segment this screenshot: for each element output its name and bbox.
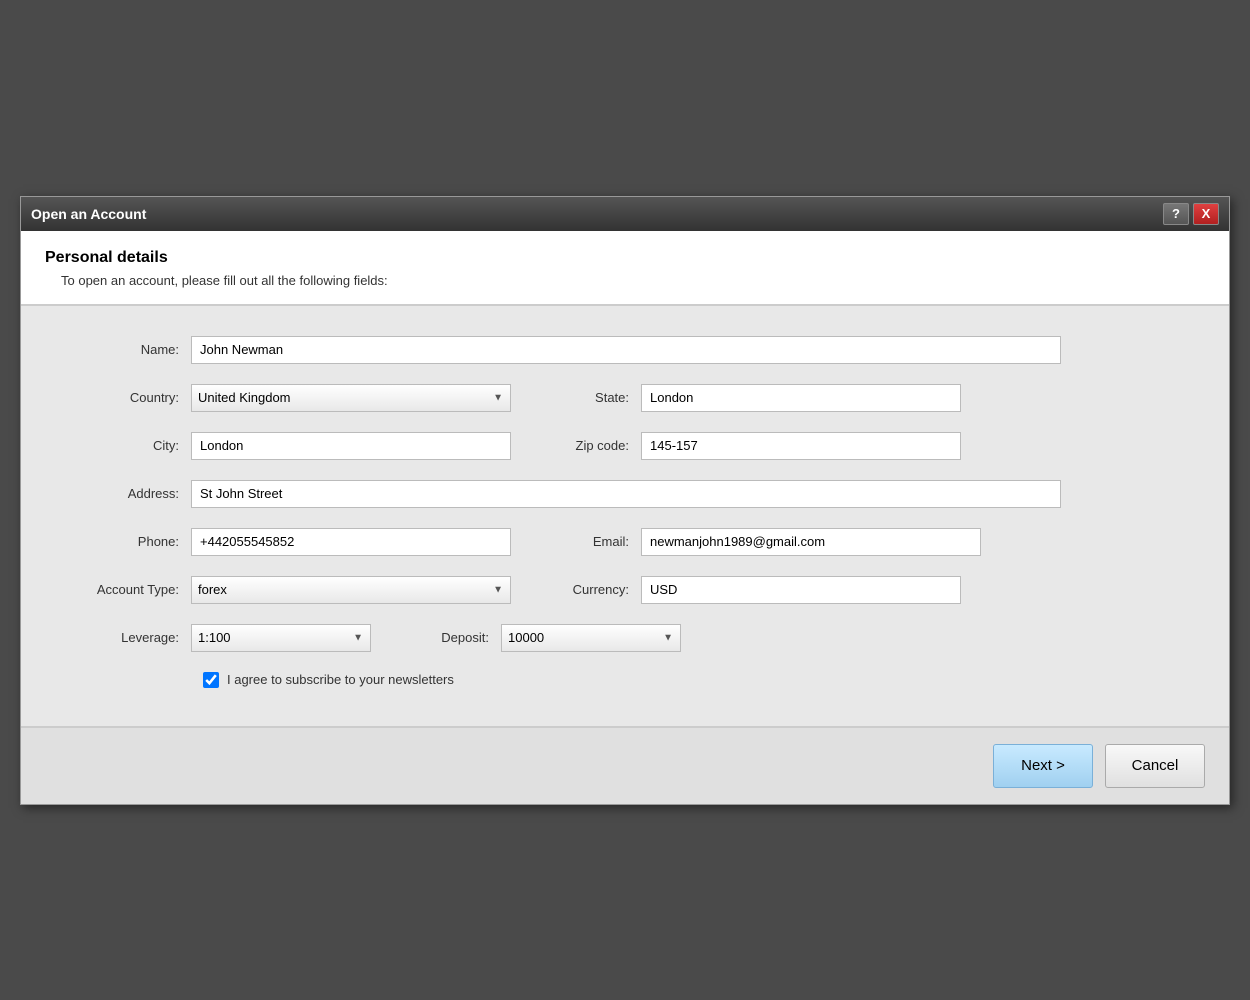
country-select-wrapper: United Kingdom United States Germany Fra… — [191, 384, 511, 412]
name-label: Name: — [61, 342, 191, 357]
account-type-select[interactable]: forex stocks crypto — [191, 576, 511, 604]
email-label: Email: — [551, 534, 641, 549]
open-account-dialog: Open an Account ? X Personal details To … — [20, 196, 1230, 805]
leverage-select-wrapper: 1:1 1:10 1:50 1:100 1:200 1:500 — [191, 624, 371, 652]
email-group: Email: — [551, 528, 981, 556]
form-section: Name: Country: United Kingdom United Sta… — [21, 306, 1229, 726]
deposit-label: Deposit: — [411, 630, 501, 645]
phone-label: Phone: — [61, 534, 191, 549]
currency-input[interactable] — [641, 576, 961, 604]
section-title: Personal details — [45, 249, 1205, 267]
country-label: Country: — [61, 390, 191, 405]
account-type-select-wrapper: forex stocks crypto — [191, 576, 511, 604]
close-button[interactable]: X — [1193, 203, 1219, 225]
state-group: State: — [551, 384, 961, 412]
state-input[interactable] — [641, 384, 961, 412]
zip-input[interactable] — [641, 432, 961, 460]
leverage-deposit-row: Leverage: 1:1 1:10 1:50 1:100 1:200 1:50… — [61, 624, 1189, 652]
country-state-row: Country: United Kingdom United States Ge… — [61, 384, 1189, 412]
phone-email-row: Phone: Email: — [61, 528, 1189, 556]
newsletter-label: I agree to subscribe to your newsletters — [227, 672, 454, 687]
address-label: Address: — [61, 486, 191, 501]
help-button[interactable]: ? — [1163, 203, 1189, 225]
currency-label: Currency: — [551, 582, 641, 597]
city-label: City: — [61, 438, 191, 453]
address-input[interactable] — [191, 480, 1061, 508]
phone-input[interactable] — [191, 528, 511, 556]
zip-group: Zip code: — [551, 432, 961, 460]
email-input[interactable] — [641, 528, 981, 556]
account-type-label: Account Type: — [61, 582, 191, 597]
section-subtitle: To open an account, please fill out all … — [61, 273, 1205, 288]
city-input[interactable] — [191, 432, 511, 460]
header-section: Personal details To open an account, ple… — [21, 231, 1229, 305]
leverage-select[interactable]: 1:1 1:10 1:50 1:100 1:200 1:500 — [191, 624, 371, 652]
deposit-select-wrapper: 1000 5000 10000 25000 50000 — [501, 624, 681, 652]
cancel-button[interactable]: Cancel — [1105, 744, 1205, 788]
currency-group: Currency: — [551, 576, 961, 604]
state-label: State: — [551, 390, 641, 405]
name-input[interactable] — [191, 336, 1061, 364]
deposit-group: Deposit: 1000 5000 10000 25000 50000 — [411, 624, 681, 652]
next-button[interactable]: Next > — [993, 744, 1093, 788]
deposit-select[interactable]: 1000 5000 10000 25000 50000 — [501, 624, 681, 652]
name-row: Name: — [61, 336, 1189, 364]
country-select[interactable]: United Kingdom United States Germany Fra… — [191, 384, 511, 412]
dialog-title: Open an Account — [31, 206, 146, 222]
zip-label: Zip code: — [551, 438, 641, 453]
newsletter-checkbox[interactable] — [203, 672, 219, 688]
title-bar: Open an Account ? X — [21, 197, 1229, 231]
newsletter-row: I agree to subscribe to your newsletters — [203, 672, 1189, 688]
city-zip-row: City: Zip code: — [61, 432, 1189, 460]
address-row: Address: — [61, 480, 1189, 508]
footer-section: Next > Cancel — [21, 727, 1229, 804]
leverage-label: Leverage: — [61, 630, 191, 645]
title-bar-buttons: ? X — [1163, 203, 1219, 225]
account-currency-row: Account Type: forex stocks crypto Curren… — [61, 576, 1189, 604]
